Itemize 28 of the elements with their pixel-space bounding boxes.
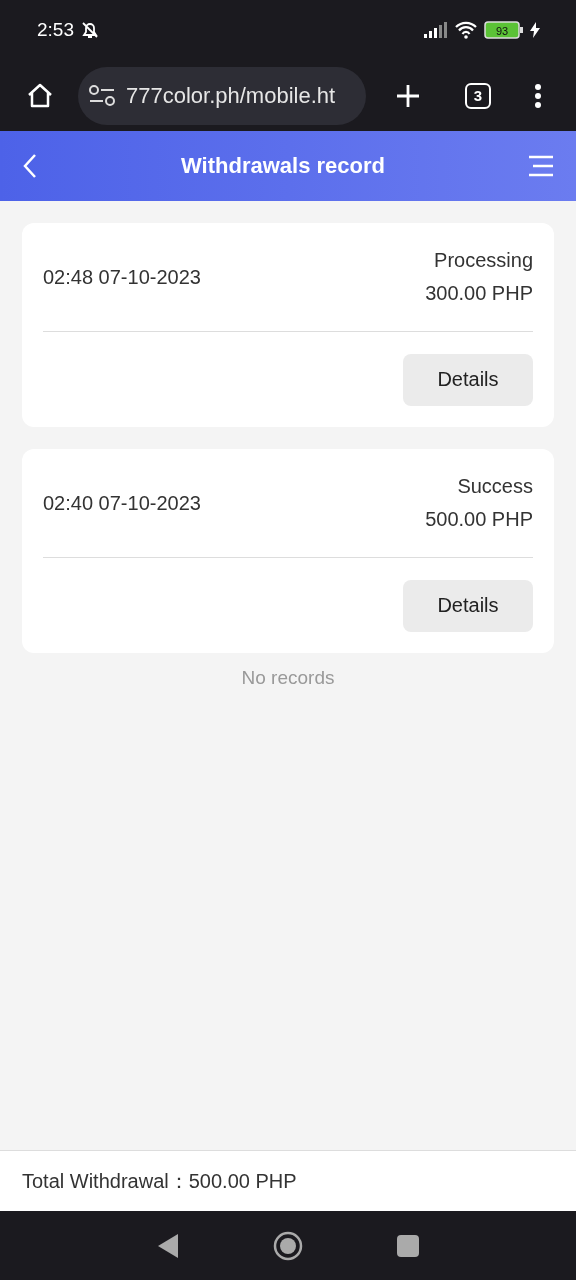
plus-icon[interactable] (395, 82, 421, 109)
details-button[interactable]: Details (403, 353, 533, 406)
total-label: Total Withdrawal： (22, 1168, 189, 1194)
wifi-icon (454, 21, 478, 39)
more-icon[interactable] (534, 82, 542, 109)
bolt-icon (530, 22, 540, 38)
clock-time: 2:53 (37, 19, 74, 41)
record-datetime: 02:48 07-10-2023 (43, 265, 201, 289)
page-title: Withdrawals record (181, 153, 385, 179)
menu-icon[interactable] (528, 155, 554, 177)
home-icon[interactable] (26, 81, 54, 110)
bell-off-icon (80, 20, 100, 40)
tab-switcher-button[interactable]: 3 (465, 82, 491, 109)
empty-message: No records (241, 667, 335, 689)
record-amount: 300.00 PHP (425, 282, 533, 305)
back-nav-icon[interactable] (157, 1232, 179, 1259)
home-nav-icon[interactable] (273, 1230, 303, 1261)
site-settings-icon (88, 83, 116, 108)
address-bar[interactable]: 777color.ph/mobile.ht (78, 66, 366, 125)
signal-icon (424, 22, 448, 38)
back-icon[interactable] (22, 153, 38, 179)
record-status: Processing (434, 249, 533, 272)
total-value: 500.00 PHP (188, 1169, 297, 1193)
details-button[interactable]: Details (403, 579, 533, 632)
recents-nav-icon[interactable] (397, 1234, 419, 1257)
record-amount: 500.00 PHP (425, 508, 533, 531)
record-status: Success (457, 475, 533, 498)
record-datetime: 02:40 07-10-2023 (43, 491, 201, 515)
